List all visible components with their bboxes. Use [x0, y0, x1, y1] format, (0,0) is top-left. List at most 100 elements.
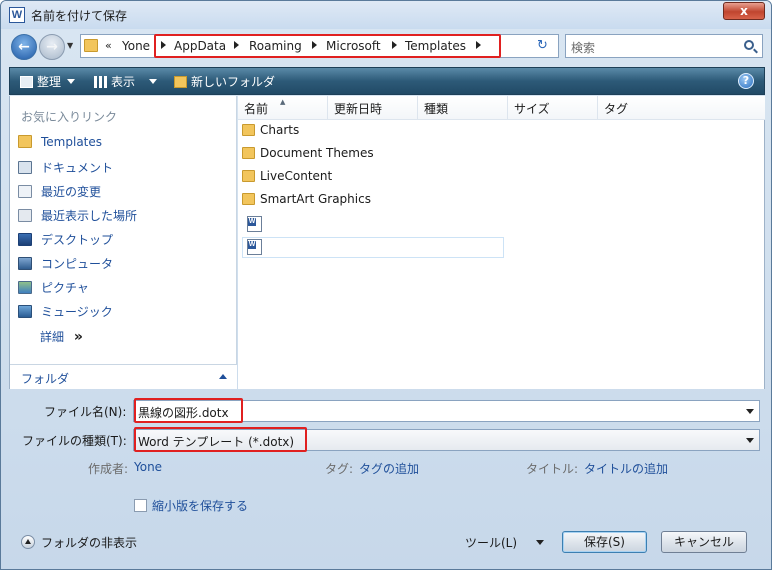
sidebar-item-computer[interactable]: コンピュータ: [18, 255, 113, 275]
search-placeholder: 検索: [571, 41, 596, 55]
list-item-document[interactable]: [242, 215, 504, 236]
search-input[interactable]: 検索: [565, 34, 763, 58]
views-icon: [94, 76, 107, 88]
list-item-folder[interactable]: LiveContent: [242, 169, 504, 190]
tools-menu[interactable]: ツール(L): [465, 534, 517, 551]
help-icon[interactable]: ?: [738, 73, 754, 89]
word-app-icon: W: [9, 7, 25, 23]
chevron-down-icon: [67, 79, 76, 84]
author-value[interactable]: Yone: [134, 460, 162, 474]
folder-icon: [242, 147, 255, 159]
navigation-pane: お気に入りリンク Templates ドキュメント 最近の変更 最近表示した場所…: [9, 96, 237, 389]
file-name: Document Themes: [260, 146, 374, 160]
list-item-folder[interactable]: SmartArt Graphics: [242, 192, 504, 213]
chevron-down-icon[interactable]: [536, 540, 544, 545]
breadcrumb-templates[interactable]: Templates: [405, 39, 466, 53]
more-links-button[interactable]: 詳細 »: [40, 328, 83, 345]
column-header-name[interactable]: 名前 ▲: [238, 96, 328, 120]
column-header-label: 名前: [244, 102, 269, 116]
forward-button[interactable]: →: [39, 34, 65, 60]
breadcrumb-yone[interactable]: Yone: [122, 39, 150, 53]
chevron-down-icon[interactable]: [746, 438, 754, 443]
title-input[interactable]: タイトルの追加: [584, 460, 668, 477]
sidebar-item-label: 最近の変更: [41, 185, 102, 199]
new-folder-button[interactable]: 新しいフォルダ: [174, 73, 275, 90]
list-item-document-selected[interactable]: [242, 237, 504, 258]
sidebar-item-pictures[interactable]: ピクチャ: [18, 279, 89, 299]
word-document-icon: [247, 239, 262, 255]
sidebar-item-label: コンピュータ: [41, 257, 114, 271]
views-button[interactable]: 表示: [94, 73, 158, 90]
save-button[interactable]: 保存(S): [562, 531, 647, 553]
sidebar-item-label: Templates: [41, 135, 103, 149]
double-chevron-icon: »: [73, 329, 83, 345]
chevron-right-icon[interactable]: [476, 41, 481, 49]
save-thumbnail-label[interactable]: 縮小版を保存する: [152, 497, 248, 514]
filename-label: ファイル名(N):: [44, 405, 127, 419]
column-header-modified[interactable]: 更新日時: [328, 96, 418, 120]
chevron-down-icon[interactable]: [746, 409, 754, 414]
sidebar-item-templates[interactable]: Templates: [18, 135, 102, 155]
close-button[interactable]: x: [723, 2, 765, 20]
sidebar-item-label: 最近表示した場所: [41, 209, 138, 223]
recent-places-icon: [18, 209, 32, 222]
organize-icon: [20, 76, 33, 88]
documents-icon: [18, 161, 32, 174]
recent-pages-dropdown[interactable]: ▼: [67, 41, 73, 50]
list-item-folder[interactable]: Document Themes: [242, 146, 504, 167]
sidebar-item-desktop[interactable]: デスクトップ: [18, 231, 113, 251]
refresh-icon[interactable]: ↻: [537, 38, 548, 53]
organize-label: 整理: [37, 75, 62, 89]
hide-folders-button[interactable]: フォルダの非表示: [41, 534, 137, 551]
breadcrumb-roaming[interactable]: Roaming: [249, 39, 302, 53]
overflow-chevron[interactable]: «: [105, 39, 112, 52]
sidebar-item-label: ドキュメント: [41, 161, 114, 175]
address-bar[interactable]: « Yone AppData Roaming Microsoft Templat…: [80, 34, 604, 58]
window-title: 名前を付けて保存: [31, 9, 128, 23]
sidebar-item-label: デスクトップ: [41, 233, 114, 247]
new-folder-label: 新しいフォルダ: [191, 75, 276, 89]
chevron-right-icon[interactable]: [161, 41, 166, 49]
breadcrumb-appdata[interactable]: AppData: [174, 39, 226, 53]
search-icon[interactable]: [744, 40, 754, 50]
list-item-folder[interactable]: Charts: [242, 123, 504, 144]
sidebar-item-documents[interactable]: ドキュメント: [18, 159, 113, 179]
filetype-label: ファイルの種類(T):: [22, 434, 127, 448]
tags-input[interactable]: タグの追加: [359, 460, 419, 477]
sidebar-item-recent-changes[interactable]: 最近の変更: [18, 183, 101, 203]
folders-toggle[interactable]: フォルダ: [10, 364, 237, 389]
sidebar-item-music[interactable]: ミュージック: [18, 303, 113, 323]
organize-button[interactable]: 整理: [20, 73, 76, 90]
sidebar-item-recent-places[interactable]: 最近表示した場所: [18, 207, 137, 227]
title-label: タイトル:: [526, 462, 579, 476]
save-form: ファイル名(N): 黒線の図形.dotx ファイルの種類(T): Word テン…: [9, 390, 765, 565]
recent-changes-icon: [18, 185, 32, 198]
file-name: Charts: [260, 123, 300, 137]
folder-icon: [242, 170, 255, 182]
save-as-dialog: W 名前を付けて保存 x ← → ▼ « Yone AppData Roamin…: [0, 0, 772, 570]
command-toolbar: 整理 表示 新しいフォルダ ?: [9, 67, 765, 95]
file-list: 名前 ▲ 更新日時 種類 サイズ タグ Charts Document Them…: [238, 96, 765, 389]
column-header-tags[interactable]: タグ: [598, 96, 765, 120]
save-thumbnail-checkbox[interactable]: [134, 499, 147, 512]
file-name: LiveContent: [260, 169, 333, 183]
folders-header-label: フォルダ: [21, 372, 70, 386]
folder-icon: [242, 193, 255, 205]
views-label: 表示: [111, 75, 136, 89]
chevron-right-icon[interactable]: [392, 41, 397, 49]
chevron-up-icon[interactable]: [21, 535, 35, 549]
back-button[interactable]: ←: [11, 34, 37, 60]
author-label: 作成者:: [88, 462, 129, 476]
breadcrumb-microsoft[interactable]: Microsoft: [326, 39, 381, 53]
chevron-right-icon[interactable]: [312, 41, 317, 49]
chevron-up-icon: [219, 374, 227, 379]
cancel-button[interactable]: キャンセル: [661, 531, 747, 553]
column-header-size[interactable]: サイズ: [508, 96, 598, 120]
pictures-icon: [18, 281, 32, 294]
file-name: SmartArt Graphics: [260, 192, 371, 206]
folder-icon: [18, 135, 32, 148]
column-header-type[interactable]: 種類: [418, 96, 508, 120]
title-bar: W 名前を付けて保存 x: [1, 1, 771, 29]
more-label: 詳細: [40, 330, 65, 344]
chevron-right-icon[interactable]: [234, 41, 239, 49]
